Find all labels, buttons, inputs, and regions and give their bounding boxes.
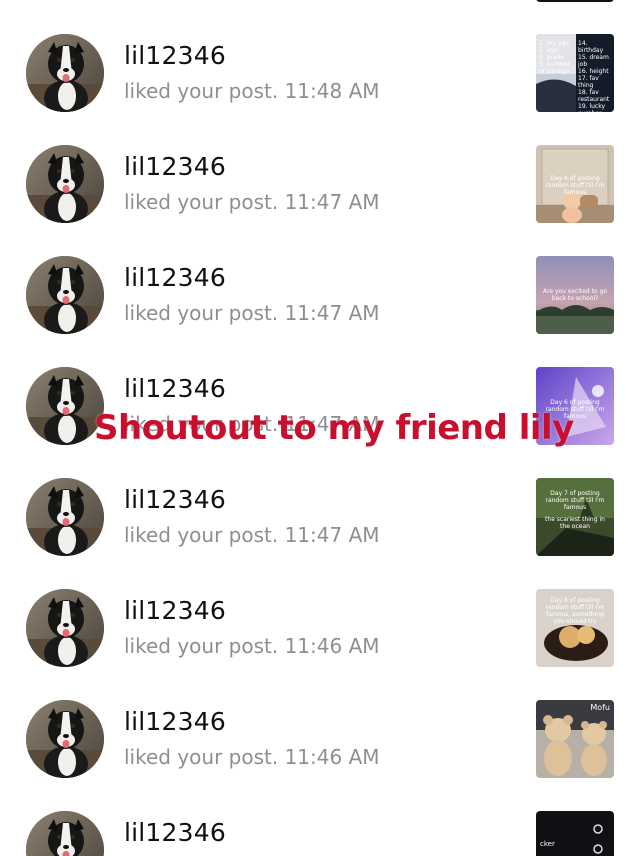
thumbnail-caption: Mofu <box>590 703 610 712</box>
username[interactable]: lil12346 <box>124 263 226 292</box>
notification-row[interactable]: lil12346 liked your post. 11:47 AM Day 4 … <box>0 111 640 223</box>
username[interactable]: lil12346 <box>124 707 226 736</box>
post-thumbnail[interactable]: 1. my age 2. age 3. grade 5. number of s… <box>536 34 614 112</box>
notification-row[interactable]: lil12346 liked your post. 11:48 AM 1. my … <box>0 0 640 112</box>
thumbnail-caption: Day 7 of posting random stuff till I'm f… <box>545 490 605 511</box>
dog-avatar-icon <box>26 700 104 778</box>
thumbnail-caption: Day 4 of posting random stuff till I'm f… <box>545 175 605 196</box>
post-thumbnail[interactable]: Are you excited to go back to school? <box>536 256 614 334</box>
avatar[interactable] <box>26 589 104 667</box>
dog-avatar-icon <box>26 589 104 667</box>
thumbnail-caption: Day 8 of posting random stuff till I'm f… <box>545 597 605 625</box>
avatar[interactable] <box>26 145 104 223</box>
avatar[interactable] <box>26 367 104 445</box>
username[interactable]: lil12346 <box>124 818 226 847</box>
username[interactable]: lil12346 <box>124 152 226 181</box>
post-thumbnail[interactable]: Day 8 of posting random stuff till I'm f… <box>536 589 614 667</box>
post-thumbnail[interactable]: Day 7 of posting random stuff till I'm f… <box>536 478 614 556</box>
notification-row[interactable]: lil12346 liked your post. 11:46 AM Mofu <box>0 666 640 778</box>
post-thumbnail[interactable]: cker <box>536 811 614 856</box>
notification-row[interactable]: lil12346 cker <box>0 777 640 856</box>
dog-avatar-icon <box>26 811 104 856</box>
thumbnail-caption: cker <box>540 840 555 848</box>
avatar[interactable] <box>26 478 104 556</box>
username[interactable]: lil12346 <box>124 485 226 514</box>
activity-text: liked your post. 11:46 AM <box>124 745 380 769</box>
avatar[interactable] <box>26 700 104 778</box>
username[interactable]: lil12346 <box>124 596 226 625</box>
username[interactable]: lil12346 <box>124 41 226 70</box>
thumbnail-caption: 14. birthday 15. dream job 16. height 17… <box>578 40 610 112</box>
thumbnail-caption: Are you excited to go back to school? <box>542 288 608 302</box>
dog-avatar-icon <box>26 256 104 334</box>
dog-avatar-icon <box>26 34 104 112</box>
post-thumbnail[interactable]: Mofu <box>536 700 614 778</box>
post-thumbnail[interactable]: Day 4 of posting random stuff till I'm f… <box>536 145 614 223</box>
notification-row[interactable]: lil12346 liked your post. 11:47 AM Day 7 … <box>0 444 640 556</box>
shoutout-overlay-text: Shoutout to my friend lily <box>94 408 574 448</box>
dog-avatar-icon <box>26 478 104 556</box>
activity-text: liked your post. 11:47 AM <box>124 523 380 547</box>
dog-avatar-icon <box>26 145 104 223</box>
post-image <box>536 811 614 856</box>
username[interactable]: lil12346 <box>124 374 226 403</box>
notification-row[interactable]: lil12346 liked your post. 11:47 AM Are yo… <box>0 222 640 334</box>
avatar[interactable] <box>26 811 104 856</box>
activity-screen: lil12346 liked your post. 11:48 AM 1. my … <box>0 0 640 856</box>
dog-avatar-icon <box>26 367 104 445</box>
activity-text: liked your post. 11:46 AM <box>124 634 380 658</box>
activity-text: liked your post. 11:48 AM <box>124 79 380 103</box>
activity-text: liked your post. 11:47 AM <box>124 190 380 214</box>
thumbnail-caption: 1. my age 2. age 3. grade 5. number of s… <box>539 40 571 75</box>
thumbnail-caption: the scariest thing in the ocean <box>545 516 605 530</box>
avatar[interactable] <box>26 256 104 334</box>
notification-row[interactable]: lil12346 liked your post. 11:46 AM Day 8 … <box>0 555 640 667</box>
avatar[interactable] <box>26 34 104 112</box>
activity-text: liked your post. 11:47 AM <box>124 301 380 325</box>
